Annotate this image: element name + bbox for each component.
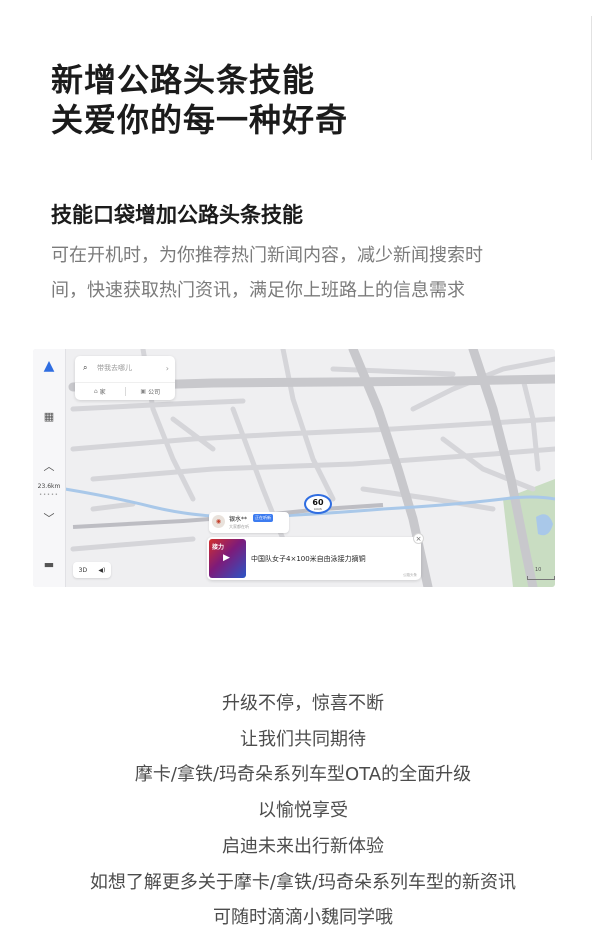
zoom-out-chevron-icon[interactable]: ﹀	[33, 505, 65, 531]
feature-description: 可在开机时，为你推荐热门新闻内容，减少新闻搜索时 间，快速获取热门资讯，满足你上…	[51, 238, 561, 308]
closing-line-6: 如想了解更多关于摩卡/拿铁/玛奇朵系列车型的新资讯	[89, 871, 517, 893]
briefcase-icon: ▣	[140, 387, 147, 395]
quick-home-label: 家	[99, 388, 106, 396]
car-map-screen: ▲ ▦ ︿ 23.6km ••••• ﹀ ▬ ⌕ 带我去哪儿 › ⌂ 家 ▣ 公…	[33, 349, 555, 587]
speed-limit-value: 60	[312, 498, 324, 507]
feature-desc-line-1: 可在开机时，为你推荐热门新闻内容，减少新闻搜索时	[51, 245, 483, 266]
map-scale-label: 10	[535, 567, 542, 573]
speaker-icon[interactable]: ◀)	[98, 567, 105, 574]
quick-destinations: ⌂ 家 ▣ 公司	[75, 382, 175, 399]
map-scale-line	[527, 576, 555, 580]
rail-scale-value: 23.6	[37, 483, 52, 490]
navigation-arrow-icon[interactable]: ▲	[33, 353, 65, 379]
close-icon[interactable]: ×	[413, 533, 424, 544]
news-headline-card[interactable]: 接力 ▶ 中国队女子4×100米自由泳接力摘铜 公路头条	[207, 537, 421, 580]
closing-line-2: 让我们共同期待	[240, 728, 366, 750]
quick-company-button[interactable]: ▣ 公司	[126, 387, 176, 396]
closing-line-7: 可随时滴滴小魏同学哦	[213, 907, 393, 929]
map-search-panel: ⌕ 带我去哪儿 › ⌂ 家 ▣ 公司	[75, 356, 175, 400]
map-view-controls: 3D ◀)	[73, 562, 111, 578]
closing-line-5: 启迪未来出行新体验	[222, 835, 384, 857]
speed-limit-sign: 60 km/h	[304, 494, 332, 514]
chevron-right-icon: ›	[165, 363, 169, 373]
search-placeholder: 带我去哪儿	[97, 364, 132, 372]
poi-avatar-icon: ◉	[212, 515, 225, 528]
closing-line-1: 升级不停，惊喜不断	[222, 693, 384, 714]
feature-desc-line-2: 间，快速获取热门资讯，满足你上班路上的信息需求	[51, 280, 465, 301]
news-title: 中国队女子4×100米自由泳接力摘铜	[251, 555, 366, 563]
quick-company-label: 公司	[148, 388, 161, 396]
quick-home-button[interactable]: ⌂ 家	[75, 387, 125, 396]
closing-message: 升级不停，惊喜不断 让我们共同期待 摩卡/拿铁/玛奇朵系列车型OTA的全面升级 …	[0, 686, 606, 936]
zoom-in-chevron-icon[interactable]: ︿	[33, 453, 65, 479]
poi-subtitle: 大家都在听	[229, 524, 249, 529]
search-icon: ⌕	[83, 363, 88, 372]
view-mode-3d-toggle[interactable]: 3D	[79, 567, 87, 574]
headline-line-1: 新增公路头条技能	[51, 61, 316, 99]
home-icon: ⌂	[93, 387, 98, 395]
map-side-rail: ▲ ▦ ︿ 23.6km ••••• ﹀ ▬	[33, 349, 66, 587]
search-input[interactable]: ⌕ 带我去哪儿 ›	[75, 356, 175, 380]
rail-scale-readout: 23.6km •••••	[35, 483, 63, 499]
closing-line-4: 以愉悦享受	[258, 800, 348, 822]
page-headline: 新增公路头条技能 关爱你的每一种好奇	[51, 60, 348, 140]
headline-line-2: 关爱你的每一种好奇	[51, 101, 349, 139]
poi-marker[interactable]: ◉ 银水** 正在听新 大家都在听	[209, 512, 289, 533]
apps-grid-icon[interactable]: ▦	[33, 403, 65, 429]
rail-scale-unit: km	[51, 483, 61, 490]
feature-title: 技能口袋增加公路头条技能	[51, 203, 303, 227]
poi-tag-badge: 正在听新	[253, 514, 273, 522]
closing-line-3: 摩卡/拿铁/玛奇朵系列车型OTA的全面升级	[134, 764, 472, 786]
speed-limit-unit: km/h	[314, 507, 322, 511]
right-edge-divider	[591, 16, 606, 160]
news-source: 公路头条	[403, 573, 417, 577]
rail-scale-dots: •••••	[39, 492, 59, 498]
news-thumbnail-caption: 接力	[212, 544, 225, 551]
news-thumbnail: 接力 ▶	[209, 539, 246, 578]
poi-name: 银水**	[229, 516, 248, 523]
car-icon[interactable]: ▬	[33, 551, 65, 577]
play-icon: ▶	[223, 553, 230, 563]
